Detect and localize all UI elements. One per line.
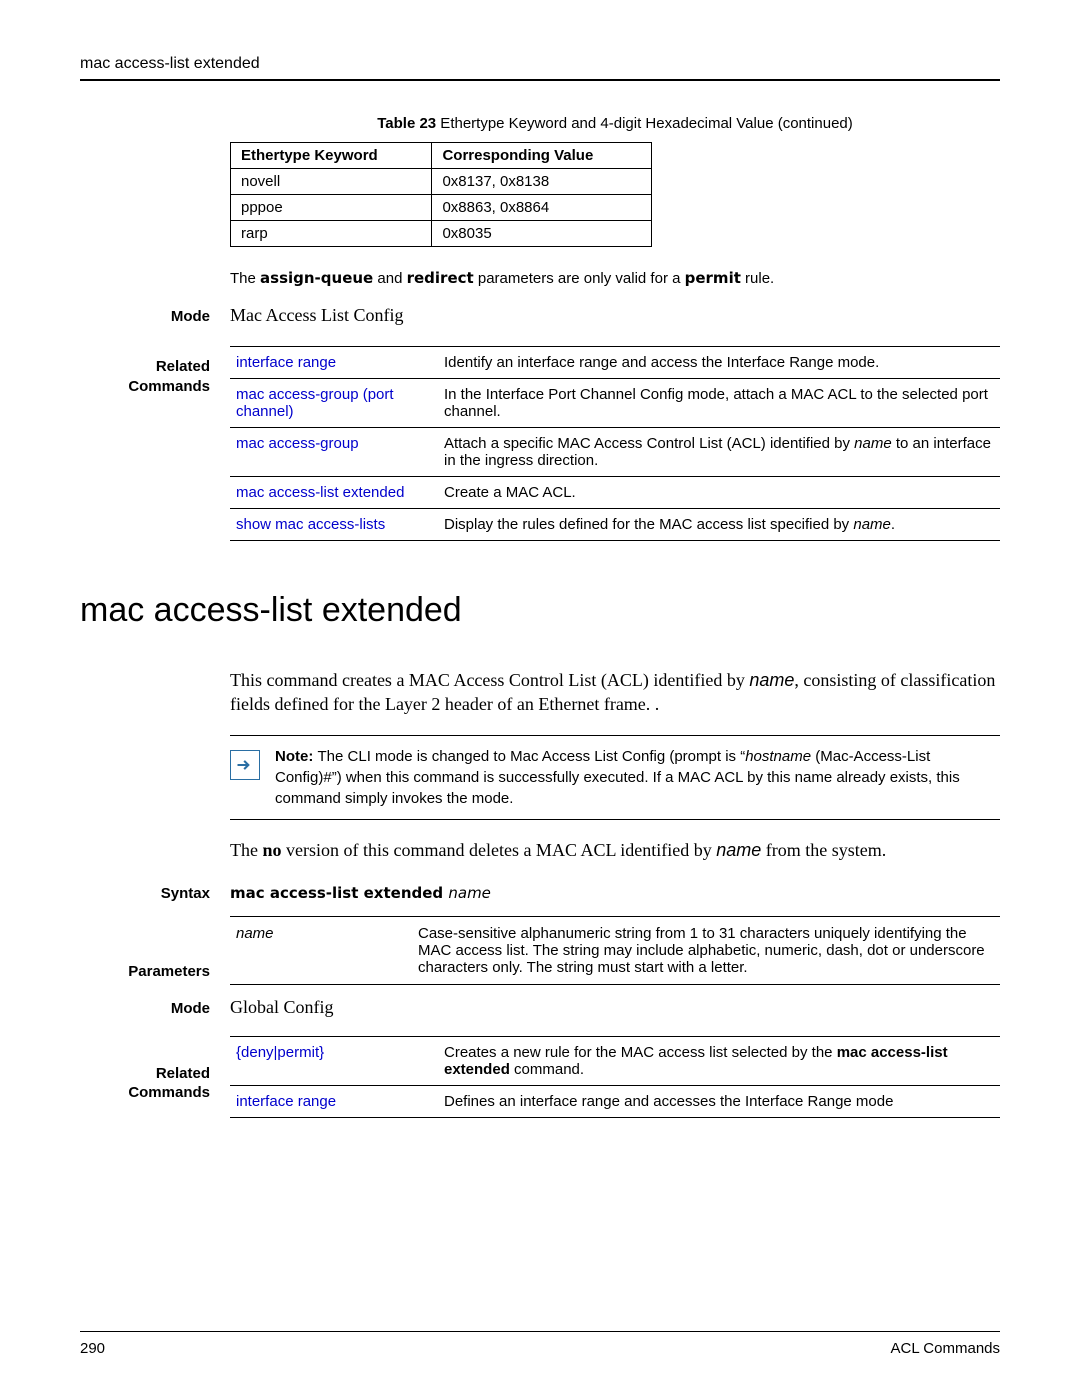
mode-value: Mac Access List Config <box>230 305 1000 326</box>
link-deny-permit[interactable]: {deny|permit} <box>236 1044 324 1061</box>
desc: Identify an interface range and access t… <box>438 347 1000 379</box>
link-mac-access-group-pc[interactable]: mac access-group (port channel) <box>236 386 394 420</box>
table-row: {deny|permit} Creates a new rule for the… <box>230 1036 1000 1085</box>
syntax-param: name <box>448 884 491 902</box>
text: The <box>230 840 262 860</box>
no-form-description: The no version of this command deletes a… <box>230 838 1000 862</box>
note-label: Note: <box>275 748 318 765</box>
text: . <box>891 516 895 533</box>
link-interface-range[interactable]: interface range <box>236 1093 336 1110</box>
table-row: mac access-group Attach a specific MAC A… <box>230 428 1000 477</box>
note-text: Note: The CLI mode is changed to Mac Acc… <box>275 746 1000 809</box>
text: parameters are only valid for a <box>474 270 685 287</box>
param-name: name <box>236 925 274 942</box>
desc: In the Interface Port Channel Config mod… <box>438 379 1000 428</box>
link-interface-range[interactable]: interface range <box>236 354 336 371</box>
label-syntax: Syntax <box>80 885 230 902</box>
link-mac-acl-ext[interactable]: mac access-list extended <box>236 484 404 501</box>
param-name: name <box>749 670 794 690</box>
content-area: Table 23 Ethertype Keyword and 4-digit H… <box>80 81 1000 1118</box>
text: The <box>230 270 260 287</box>
table-label: Table 23 <box>377 115 436 132</box>
cell-keyword: pppoe <box>231 195 432 221</box>
label-mode: Mode <box>80 308 230 325</box>
text: The CLI mode is changed to Mac Access Li… <box>318 748 746 765</box>
page-number: 290 <box>80 1340 105 1357</box>
page: mac access-list extended Table 23 Ethert… <box>0 0 1080 1397</box>
param-name: name <box>716 840 761 860</box>
cell-keyword: rarp <box>231 221 432 247</box>
cell-value: 0x8035 <box>432 221 652 247</box>
text: Display the rules defined for the MAC ac… <box>444 516 853 533</box>
text: Creates a new rule for the MAC access li… <box>444 1044 837 1061</box>
page-footer: 290 ACL Commands <box>80 1331 1000 1357</box>
section-name: ACL Commands <box>891 1340 1000 1357</box>
syntax-line: mac access-list extended name <box>230 884 491 902</box>
label-parameters: Parameters <box>80 963 230 980</box>
param-name: name <box>854 435 892 452</box>
label-mode: Mode <box>80 1000 230 1017</box>
desc: Defines an interface range and accesses … <box>438 1085 1000 1117</box>
section-heading: mac access-list extended <box>80 591 1000 630</box>
cell-value: 0x8137, 0x8138 <box>432 169 652 195</box>
table-row: novell 0x8137, 0x8138 <box>231 169 652 195</box>
label-related: Related Commands <box>80 357 230 396</box>
keyword-no: no <box>262 840 281 860</box>
text: Attach a specific MAC Access Control Lis… <box>444 435 854 452</box>
table-caption: Table 23 Ethertype Keyword and 4-digit H… <box>230 115 1000 132</box>
col-header-value: Corresponding Value <box>432 143 652 169</box>
cell-value: 0x8863, 0x8864 <box>432 195 652 221</box>
cell-keyword: novell <box>231 169 432 195</box>
table-row: interface range Identify an interface ra… <box>230 347 1000 379</box>
text: command. <box>510 1061 584 1078</box>
desc: Attach a specific MAC Access Control Lis… <box>438 428 1000 477</box>
paragraph-restriction: The assign-queue and redirect parameters… <box>230 269 1000 287</box>
related-commands-table: interface range Identify an interface ra… <box>230 346 1000 541</box>
desc: Create a MAC ACL. <box>438 477 1000 509</box>
note-block: Note: The CLI mode is changed to Mac Acc… <box>230 735 1000 820</box>
mode-value: Global Config <box>230 997 1000 1018</box>
table-row: name Case-sensitive alphanumeric string … <box>230 916 1000 984</box>
cmd-redirect: redirect <box>407 269 474 287</box>
arrow-icon <box>230 750 260 780</box>
param-hostname: hostname <box>745 748 811 765</box>
desc: Display the rules defined for the MAC ac… <box>438 509 1000 541</box>
cmd-assign-queue: assign-queue <box>260 269 373 287</box>
syntax-cmd: mac access-list extended <box>230 884 448 902</box>
link-mac-access-group[interactable]: mac access-group <box>236 435 359 452</box>
table-row: mac access-group (port channel) In the I… <box>230 379 1000 428</box>
desc: Creates a new rule for the MAC access li… <box>438 1036 1000 1085</box>
text: version of this command deletes a MAC AC… <box>282 840 717 860</box>
table-row: show mac access-lists Display the rules … <box>230 509 1000 541</box>
ethertype-table: Ethertype Keyword Corresponding Value no… <box>230 142 652 247</box>
param-name: name <box>853 516 891 533</box>
running-header: mac access-list extended <box>80 55 1000 81</box>
table-row: pppoe 0x8863, 0x8864 <box>231 195 652 221</box>
table-row: rarp 0x8035 <box>231 221 652 247</box>
text: This command creates a MAC Access Contro… <box>230 670 749 690</box>
link-show-mac-acl[interactable]: show mac access-lists <box>236 516 385 533</box>
text: and <box>373 270 406 287</box>
col-header-keyword: Ethertype Keyword <box>231 143 432 169</box>
parameters-table: name Case-sensitive alphanumeric string … <box>230 916 1000 985</box>
command-description: This command creates a MAC Access Contro… <box>230 668 1000 717</box>
text: rule. <box>741 270 774 287</box>
related-commands-table-2: {deny|permit} Creates a new rule for the… <box>230 1036 1000 1118</box>
text: from the system. <box>761 840 886 860</box>
cmd-permit: permit <box>685 269 741 287</box>
table-row: mac access-list extended Create a MAC AC… <box>230 477 1000 509</box>
param-desc: Case-sensitive alphanumeric string from … <box>412 916 1000 984</box>
table-row: interface range Defines an interface ran… <box>230 1085 1000 1117</box>
table-caption-text: Ethertype Keyword and 4-digit Hexadecima… <box>436 115 853 132</box>
label-related: Related Commands <box>80 1064 230 1103</box>
